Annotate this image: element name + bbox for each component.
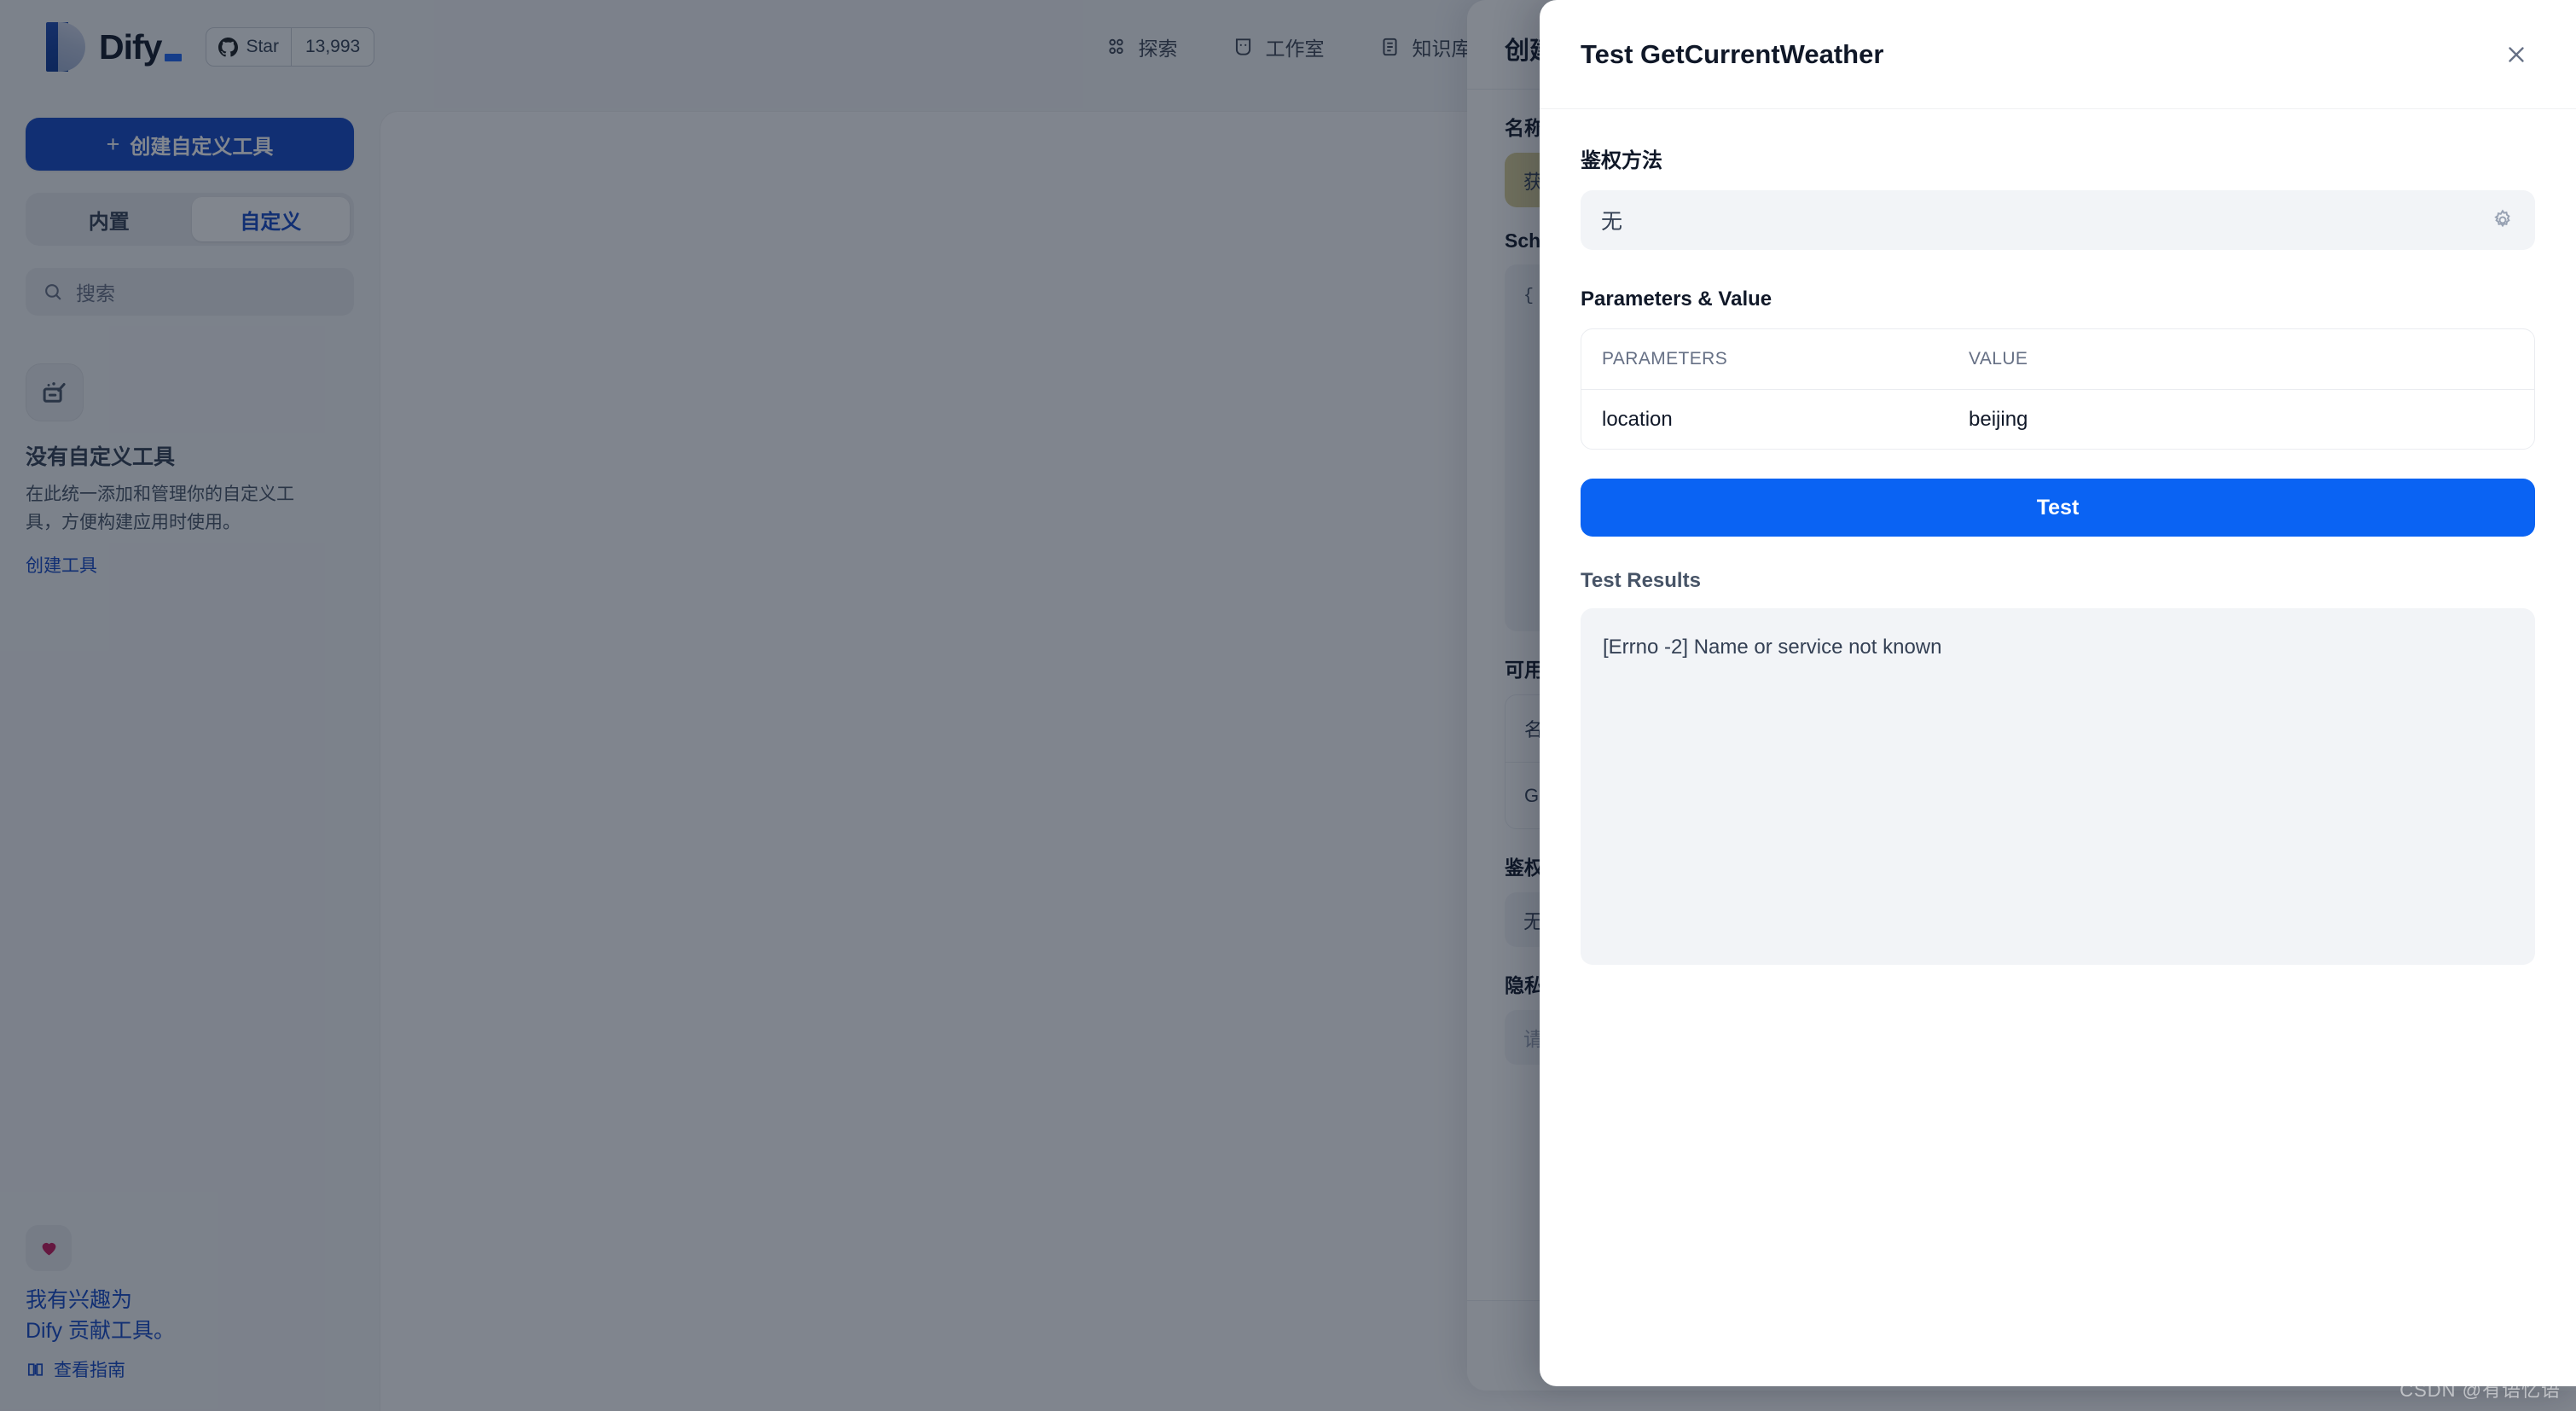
column-header-value: VALUE	[1969, 349, 2514, 369]
test-results-label: Test Results	[1581, 569, 2535, 593]
parameter-name: location	[1602, 408, 1969, 432]
parameters-label: Parameters & Value	[1581, 287, 2535, 311]
auth-method-field[interactable]: 无	[1581, 190, 2535, 250]
parameter-value[interactable]: beijing	[1969, 408, 2514, 432]
table-row: location beijing	[1581, 389, 2534, 449]
parameters-table: PARAMETERS VALUE location beijing	[1581, 328, 2535, 450]
auth-settings-button[interactable]	[2491, 208, 2515, 232]
test-button[interactable]: Test	[1581, 479, 2535, 537]
gear-icon	[2491, 208, 2515, 232]
close-icon	[2503, 42, 2529, 67]
test-tool-modal: Test GetCurrentWeather 鉴权方法 无 Parameters…	[1540, 0, 2576, 1386]
test-results-output: [Errno -2] Name or service not known	[1581, 608, 2535, 965]
close-button[interactable]	[2498, 36, 2535, 73]
modal-header: Test GetCurrentWeather	[1540, 0, 2576, 109]
column-header-parameters: PARAMETERS	[1602, 349, 1969, 369]
modal-body: 鉴权方法 无 Parameters & Value PARAMETERS VAL…	[1540, 109, 2576, 965]
auth-method-value: 无	[1601, 205, 1622, 235]
parameters-table-header: PARAMETERS VALUE	[1581, 329, 2534, 389]
modal-title: Test GetCurrentWeather	[1581, 39, 1883, 70]
auth-method-label: 鉴权方法	[1581, 143, 2535, 173]
